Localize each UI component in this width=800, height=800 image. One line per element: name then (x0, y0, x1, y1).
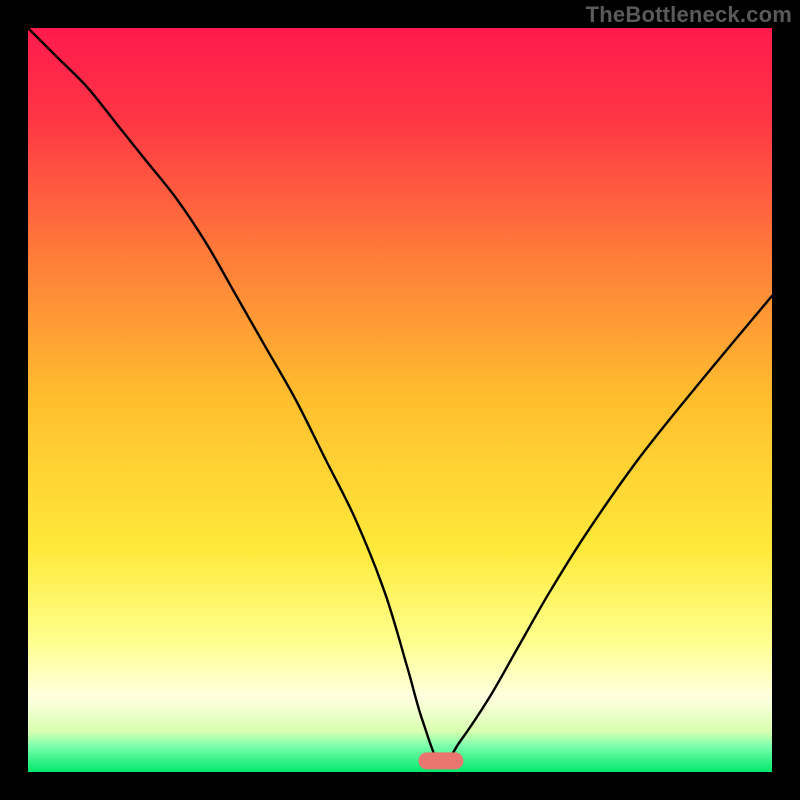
watermark-label: TheBottleneck.com (586, 2, 792, 28)
gradient-background (28, 28, 772, 772)
bottleneck-chart (0, 0, 800, 800)
optimal-marker (419, 753, 463, 769)
chart-frame: { "watermark": "TheBottleneck.com", "col… (0, 0, 800, 800)
